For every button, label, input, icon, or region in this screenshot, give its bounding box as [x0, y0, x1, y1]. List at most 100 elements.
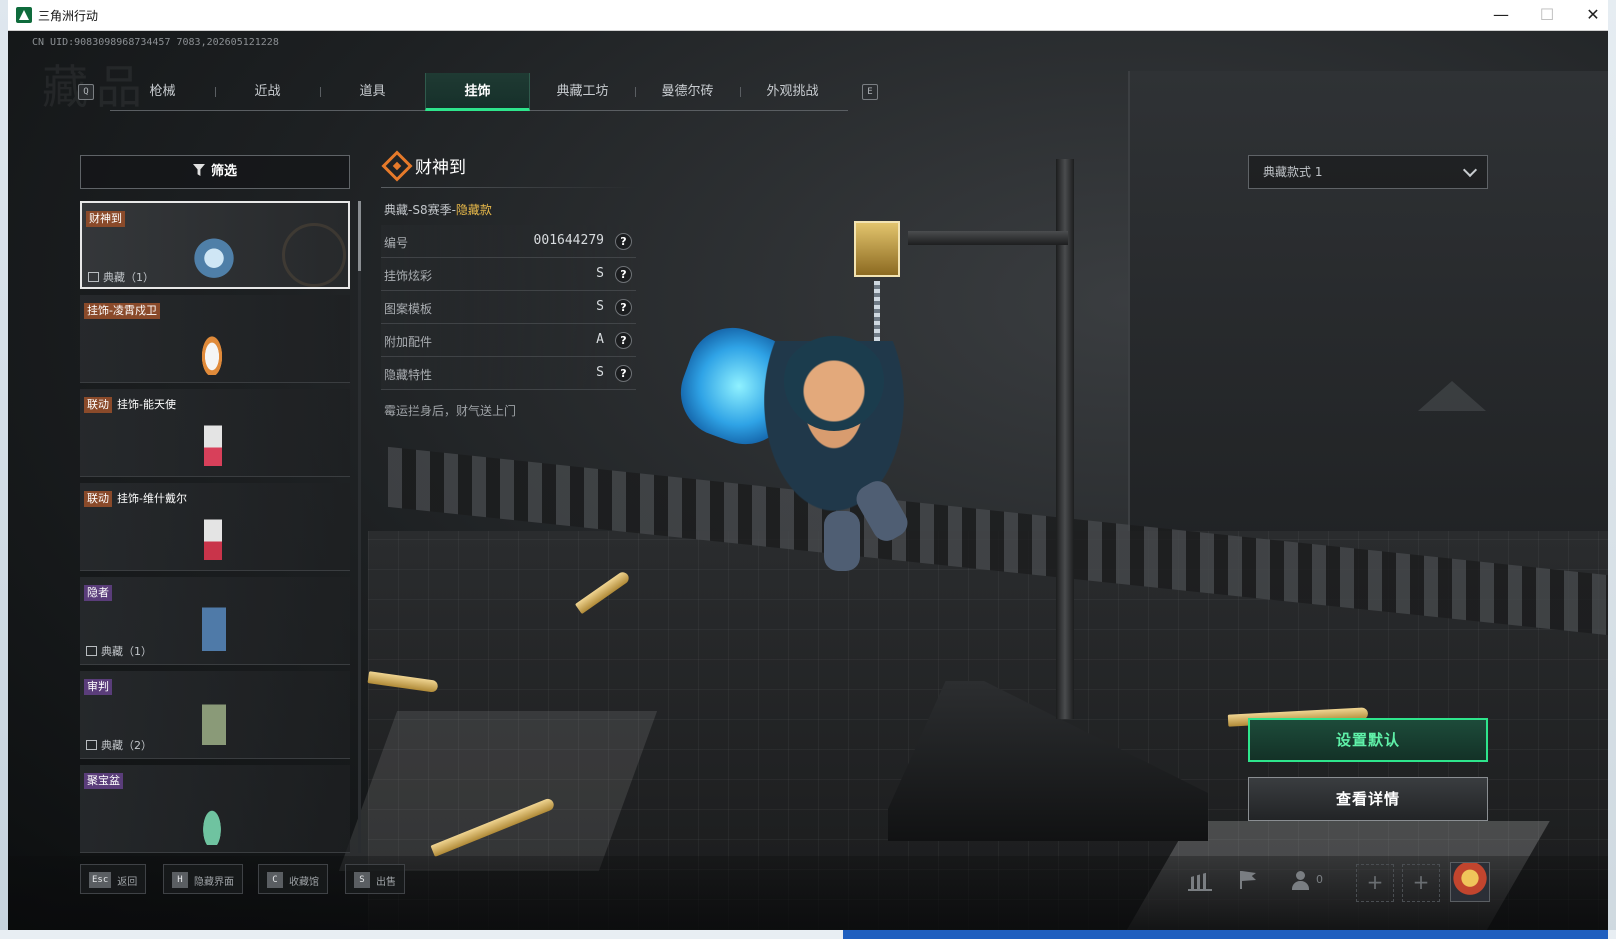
divider — [381, 187, 636, 188]
season-label: 典藏-S8赛季-隐藏款 — [384, 203, 492, 217]
delta-force-logo-icon — [16, 7, 32, 23]
collection-count: 典藏（2） — [86, 737, 152, 753]
item-thumbnail — [204, 407, 222, 469]
collab-tag: 联动 — [84, 397, 112, 413]
item-tags: 联动 挂饰-维什戴尔 — [84, 487, 192, 507]
chevron-down-icon — [1462, 162, 1478, 178]
scene-chevron — [1418, 381, 1486, 411]
list-item-lingxiao[interactable]: 挂饰-凌霄戍卫 — [80, 295, 350, 383]
collection-icon — [86, 646, 97, 656]
collection-count: 典藏（1） — [88, 269, 154, 285]
rarity-diamond-icon — [381, 150, 413, 182]
list-item-exusiai[interactable]: 联动 挂饰-能天使 — [80, 389, 350, 477]
tab-items[interactable]: 道具 — [320, 73, 425, 111]
item-name-tag: 财神到 — [86, 211, 125, 227]
game-window: 三角洲行动 — ☐ ✕ 藏品 CN UID:9083098968734457 7… — [8, 0, 1608, 930]
emblem-icon — [282, 223, 346, 287]
item-tags: 隐者 — [84, 581, 114, 601]
list-item-hermit[interactable]: 隐者 典藏（1） — [80, 577, 350, 665]
filter-label: 筛选 — [210, 164, 237, 179]
hotkey-hide-ui[interactable]: H 隐藏界面 — [163, 864, 243, 894]
friends-count: 0 — [1316, 873, 1323, 886]
tab-melee[interactable]: 近战 — [215, 73, 320, 111]
item-name-tag: 聚宝盆 — [84, 773, 123, 789]
collection-icon — [88, 272, 99, 282]
style-select[interactable]: 典藏款式 1 — [1248, 155, 1488, 189]
list-item-caishen[interactable]: 财神到 典藏（1） — [80, 201, 350, 289]
filter-icon — [192, 164, 205, 176]
view-detail-button[interactable]: 查看详情 — [1248, 777, 1488, 821]
title-bar: 三角洲行动 — ☐ ✕ — [8, 0, 1608, 31]
item-description: 霉运拦身后，财气送上门 — [384, 404, 517, 418]
style-select-value: 典藏款式 1 — [1263, 165, 1323, 179]
scrollbar-thumb[interactable] — [358, 201, 361, 271]
desktop-left-edge — [0, 0, 8, 939]
attr-row-accessory: 附加配件 A ? — [381, 324, 636, 357]
hotkey-collection-hall[interactable]: C 收藏馆 — [258, 864, 328, 894]
charm-3d-preview[interactable] — [668, 191, 944, 591]
key-cap: H — [172, 872, 188, 888]
item-tags: 挂饰-凌霄戍卫 — [84, 299, 162, 319]
list-item-judgment[interactable]: 审判 典藏（2） — [80, 671, 350, 759]
next-tab-key[interactable]: E — [862, 84, 878, 100]
tab-workshop[interactable]: 典藏工坊 — [530, 73, 635, 111]
item-tags: 聚宝盆 — [84, 769, 125, 789]
key-cap: C — [267, 872, 283, 888]
tab-appearance-challenge[interactable]: 外观挑战 — [740, 73, 845, 111]
help-icon[interactable]: ? — [615, 299, 632, 316]
charm-list: 财神到 典藏（1） 挂饰-凌霄戍卫 联动 挂饰-能天使 联动 挂饰-维什戴尔 隐… — [80, 201, 350, 853]
item-thumbnail — [204, 501, 222, 563]
key-cap: Esc — [89, 872, 112, 888]
screen: 三角洲行动 — ☐ ✕ 藏品 CN UID:9083098968734457 7… — [0, 0, 1616, 939]
charm-head — [784, 331, 884, 431]
taskbar-highlight — [843, 930, 1608, 939]
item-name-tag: 隐者 — [84, 585, 112, 601]
list-item-wisadel[interactable]: 联动 挂饰-维什戴尔 — [80, 483, 350, 571]
item-title: 财神到 — [415, 158, 466, 178]
tab-charms[interactable]: 挂饰 — [425, 73, 530, 111]
key-cap: S — [354, 872, 370, 888]
item-thumbnail — [190, 783, 234, 845]
uid-label: CN UID:9083098968734457 7083,20260512122… — [32, 37, 279, 48]
list-item-treasure-bowl[interactable]: 聚宝盆 — [80, 765, 350, 853]
set-default-button[interactable]: 设置默认 — [1248, 718, 1488, 762]
desktop-taskbar-edge — [0, 930, 1616, 939]
friends-button[interactable]: 0 — [1290, 869, 1330, 891]
attr-row-pattern: 图案模板 S ? — [381, 291, 636, 324]
maximize-button[interactable]: ☐ — [1524, 0, 1570, 31]
collab-tag: 联动 — [84, 491, 112, 507]
help-icon[interactable]: ? — [615, 365, 632, 382]
item-name-tag: 挂饰-维什戴尔 — [117, 492, 187, 505]
collection-icon — [86, 740, 97, 750]
item-tags: 联动 挂饰-能天使 — [84, 393, 181, 413]
item-thumbnail — [190, 313, 234, 375]
attr-row-finish: 挂饰炫彩 S ? — [381, 258, 636, 291]
item-thumbnail — [202, 689, 226, 751]
help-icon[interactable]: ? — [615, 233, 632, 250]
item-thumbnail — [202, 595, 226, 657]
help-icon[interactable]: ? — [615, 266, 632, 283]
item-thumbnail — [192, 221, 236, 283]
flag-icon[interactable] — [1236, 869, 1260, 891]
player-avatar[interactable] — [1450, 862, 1490, 902]
attr-row-hidden-trait: 隐藏特性 S ? — [381, 357, 636, 390]
collection-count: 典藏（1） — [86, 643, 152, 659]
tab-guns[interactable]: 枪械 — [110, 73, 215, 111]
hidden-edition-label: 隐藏款 — [455, 203, 492, 217]
tab-mandel-brick[interactable]: 曼德尔砖 — [635, 73, 740, 111]
prev-tab-key[interactable]: Q — [78, 84, 94, 100]
attr-row-serial: 编号 001644279 ? — [381, 225, 636, 258]
filter-button[interactable]: 筛选 — [80, 155, 350, 189]
team-slot-empty[interactable]: + — [1402, 864, 1440, 902]
charm-leg — [824, 511, 860, 571]
hotkey-sell[interactable]: S 出售 — [345, 864, 405, 894]
friends-icon — [1296, 871, 1305, 880]
list-scrollbar[interactable] — [358, 201, 361, 853]
charm-lantern — [854, 221, 900, 277]
team-slot-empty[interactable]: + — [1356, 864, 1394, 902]
close-button[interactable]: ✕ — [1570, 0, 1608, 31]
help-icon[interactable]: ? — [615, 332, 632, 349]
hotkey-back[interactable]: Esc 返回 — [80, 864, 147, 894]
item-tags: 审判 — [84, 675, 114, 695]
minimize-button[interactable]: — — [1478, 0, 1524, 31]
